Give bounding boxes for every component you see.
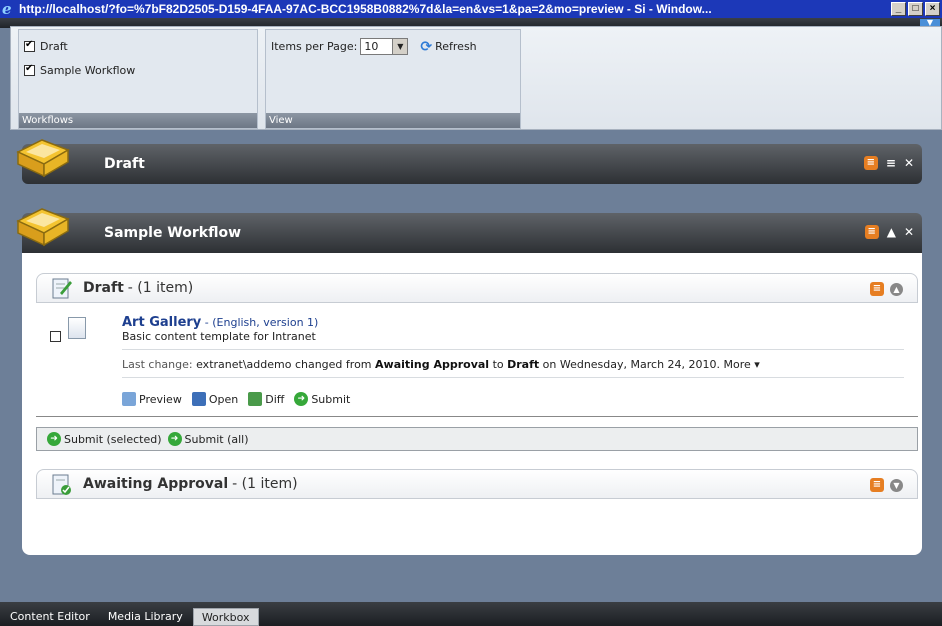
diff-icon — [248, 392, 263, 406]
collapse-icon[interactable]: ▲ — [890, 282, 903, 296]
awaiting-approval-title: Awaiting Approval — [83, 476, 229, 492]
awaiting-approval-count: - (1 item) — [232, 476, 298, 492]
item-title-link[interactable]: Art Gallery — [122, 315, 201, 330]
rss-icon[interactable]: ≡ — [870, 282, 884, 296]
diff-button[interactable]: Diff — [248, 392, 284, 406]
close-icon[interactable]: ✕ — [904, 225, 914, 239]
draft-section-title: Draft — [83, 280, 124, 296]
item-description: Basic content template for Intranet — [122, 330, 316, 343]
submit-button[interactable]: ➜ Submit — [294, 392, 350, 406]
workflows-group: Draft Sample Workflow Workflows — [18, 29, 258, 129]
sample-workflow-body: Draft - (1 item) ≡ ▲ Art Gallery - (Engl… — [22, 253, 922, 555]
maximize-button[interactable]: □ — [908, 2, 923, 16]
sample-workflow-checkbox[interactable] — [24, 63, 35, 76]
approval-document-icon — [52, 474, 71, 495]
item-checkbox[interactable] — [50, 331, 61, 342]
expand-icon[interactable]: ≡ — [886, 156, 896, 170]
submit-selected-button[interactable]: ➜ Submit (selected) — [47, 432, 162, 446]
diff-label: Diff — [265, 392, 285, 406]
view-group-label: View — [266, 113, 520, 128]
draft-panel-header[interactable]: Draft ≡ ≡ ✕ — [16, 139, 922, 184]
filter-sample-label: Sample Workflow — [40, 63, 136, 77]
ribbon: Draft Sample Workflow Workflows Items pe… — [10, 26, 942, 130]
items-per-page-label: Items per Page: — [271, 40, 358, 53]
draft-checkbox[interactable] — [24, 39, 35, 52]
go-arrow-icon: ➜ — [294, 392, 309, 406]
open-label: Open — [208, 392, 239, 406]
inbox-tray-icon — [16, 139, 70, 178]
document-icon — [68, 317, 86, 339]
rss-icon[interactable]: ≡ — [863, 156, 878, 170]
item-meta: - (English, version 1) — [204, 316, 319, 329]
filter-draft-label: Draft — [40, 39, 68, 53]
last-change-label: Last change: — [122, 358, 193, 371]
go-arrow-icon: ➜ — [167, 432, 182, 446]
submit-selected-label: Submit (selected) — [64, 432, 162, 446]
last-change-to-state: Draft — [507, 358, 540, 371]
draft-section-count: - (1 item) — [127, 280, 194, 296]
bottom-taskbar: Content Editor Media Library Workbox — [0, 602, 942, 626]
last-change-from-state: Awaiting Approval — [375, 358, 490, 371]
refresh-icon: ⟳ — [420, 38, 433, 55]
go-arrow-icon: ➜ — [47, 432, 61, 446]
submit-all-label: Submit (all) — [184, 432, 249, 446]
view-group: Items per Page: 10 ▼ ⟳ Refresh View — [265, 29, 521, 129]
edit-document-icon — [52, 278, 72, 299]
last-change-date: on Wednesday, March 24, 2010. — [542, 358, 721, 371]
filter-sample-workflow[interactable]: Sample Workflow — [24, 62, 257, 78]
rss-icon[interactable]: ≡ — [864, 225, 879, 239]
sample-workflow-header[interactable]: Sample Workflow ≡ ▲ ✕ — [16, 208, 922, 253]
draft-section-header[interactable]: Draft - (1 item) ≡ ▲ — [36, 273, 918, 303]
submit-all-button[interactable]: ➜ Submit (all) — [167, 432, 249, 446]
draft-panel-title: Draft — [104, 156, 145, 172]
open-button[interactable]: Open — [191, 392, 239, 406]
close-icon[interactable]: ✕ — [904, 156, 914, 170]
sample-workflow-title: Sample Workflow — [104, 225, 242, 241]
tab-media-library[interactable]: Media Library — [100, 608, 191, 626]
items-per-page-select[interactable]: 10 ▼ — [360, 38, 409, 55]
refresh-button[interactable]: ⟳ Refresh — [420, 39, 476, 55]
sample-workflow-panel: Sample Workflow ≡ ▲ ✕ Draft - (1 item) ≡… — [16, 208, 922, 555]
window-titlebar: e http://localhost/?fo=%7bF82D2505-D159-… — [0, 0, 942, 18]
workflows-group-label: Workflows — [19, 113, 257, 128]
inbox-tray-icon — [16, 208, 70, 247]
chevron-down-icon[interactable]: ▼ — [392, 39, 408, 54]
collapse-icon[interactable]: ▲ — [887, 225, 896, 239]
list-item: Art Gallery - (English, version 1) Basic… — [36, 303, 918, 417]
awaiting-approval-section: Awaiting Approval - (1 item) ≡ ▼ — [36, 469, 918, 499]
tab-workbox[interactable]: Workbox — [192, 608, 259, 626]
minimize-button[interactable]: _ — [891, 2, 906, 16]
close-button[interactable]: × — [925, 2, 940, 16]
window-title: http://localhost/?fo=%7bF82D2505-D159-4F… — [19, 2, 712, 16]
awaiting-approval-header[interactable]: Awaiting Approval - (1 item) ≡ ▼ — [36, 469, 918, 499]
draft-section: Draft - (1 item) ≡ ▲ Art Gallery - (Engl… — [36, 273, 918, 451]
bulk-actions-bar: ➜ Submit (selected) ➜ Submit (all) — [36, 427, 918, 451]
submit-label: Submit — [311, 392, 351, 406]
last-change-row: Last change: extranet\addemo changed fro… — [122, 358, 918, 371]
preview-button[interactable]: Preview — [122, 392, 182, 406]
refresh-label: Refresh — [435, 40, 477, 53]
expand-icon[interactable]: ▼ — [890, 478, 903, 492]
rss-icon[interactable]: ≡ — [870, 478, 884, 492]
last-change-to-text: to — [492, 358, 504, 371]
open-icon — [191, 392, 206, 406]
preview-label: Preview — [139, 392, 182, 406]
items-per-page-value: 10 — [364, 40, 379, 53]
last-change-user: extranet\addemo — [196, 358, 292, 371]
ie-icon: e — [2, 0, 12, 18]
tab-content-editor[interactable]: Content Editor — [2, 608, 98, 626]
draft-panel: Draft ≡ ≡ ✕ — [16, 139, 922, 184]
last-change-from-text: changed from — [294, 358, 372, 371]
filter-draft[interactable]: Draft — [24, 38, 257, 54]
preview-icon — [122, 392, 136, 406]
more-link[interactable]: More ▾ — [724, 358, 760, 371]
